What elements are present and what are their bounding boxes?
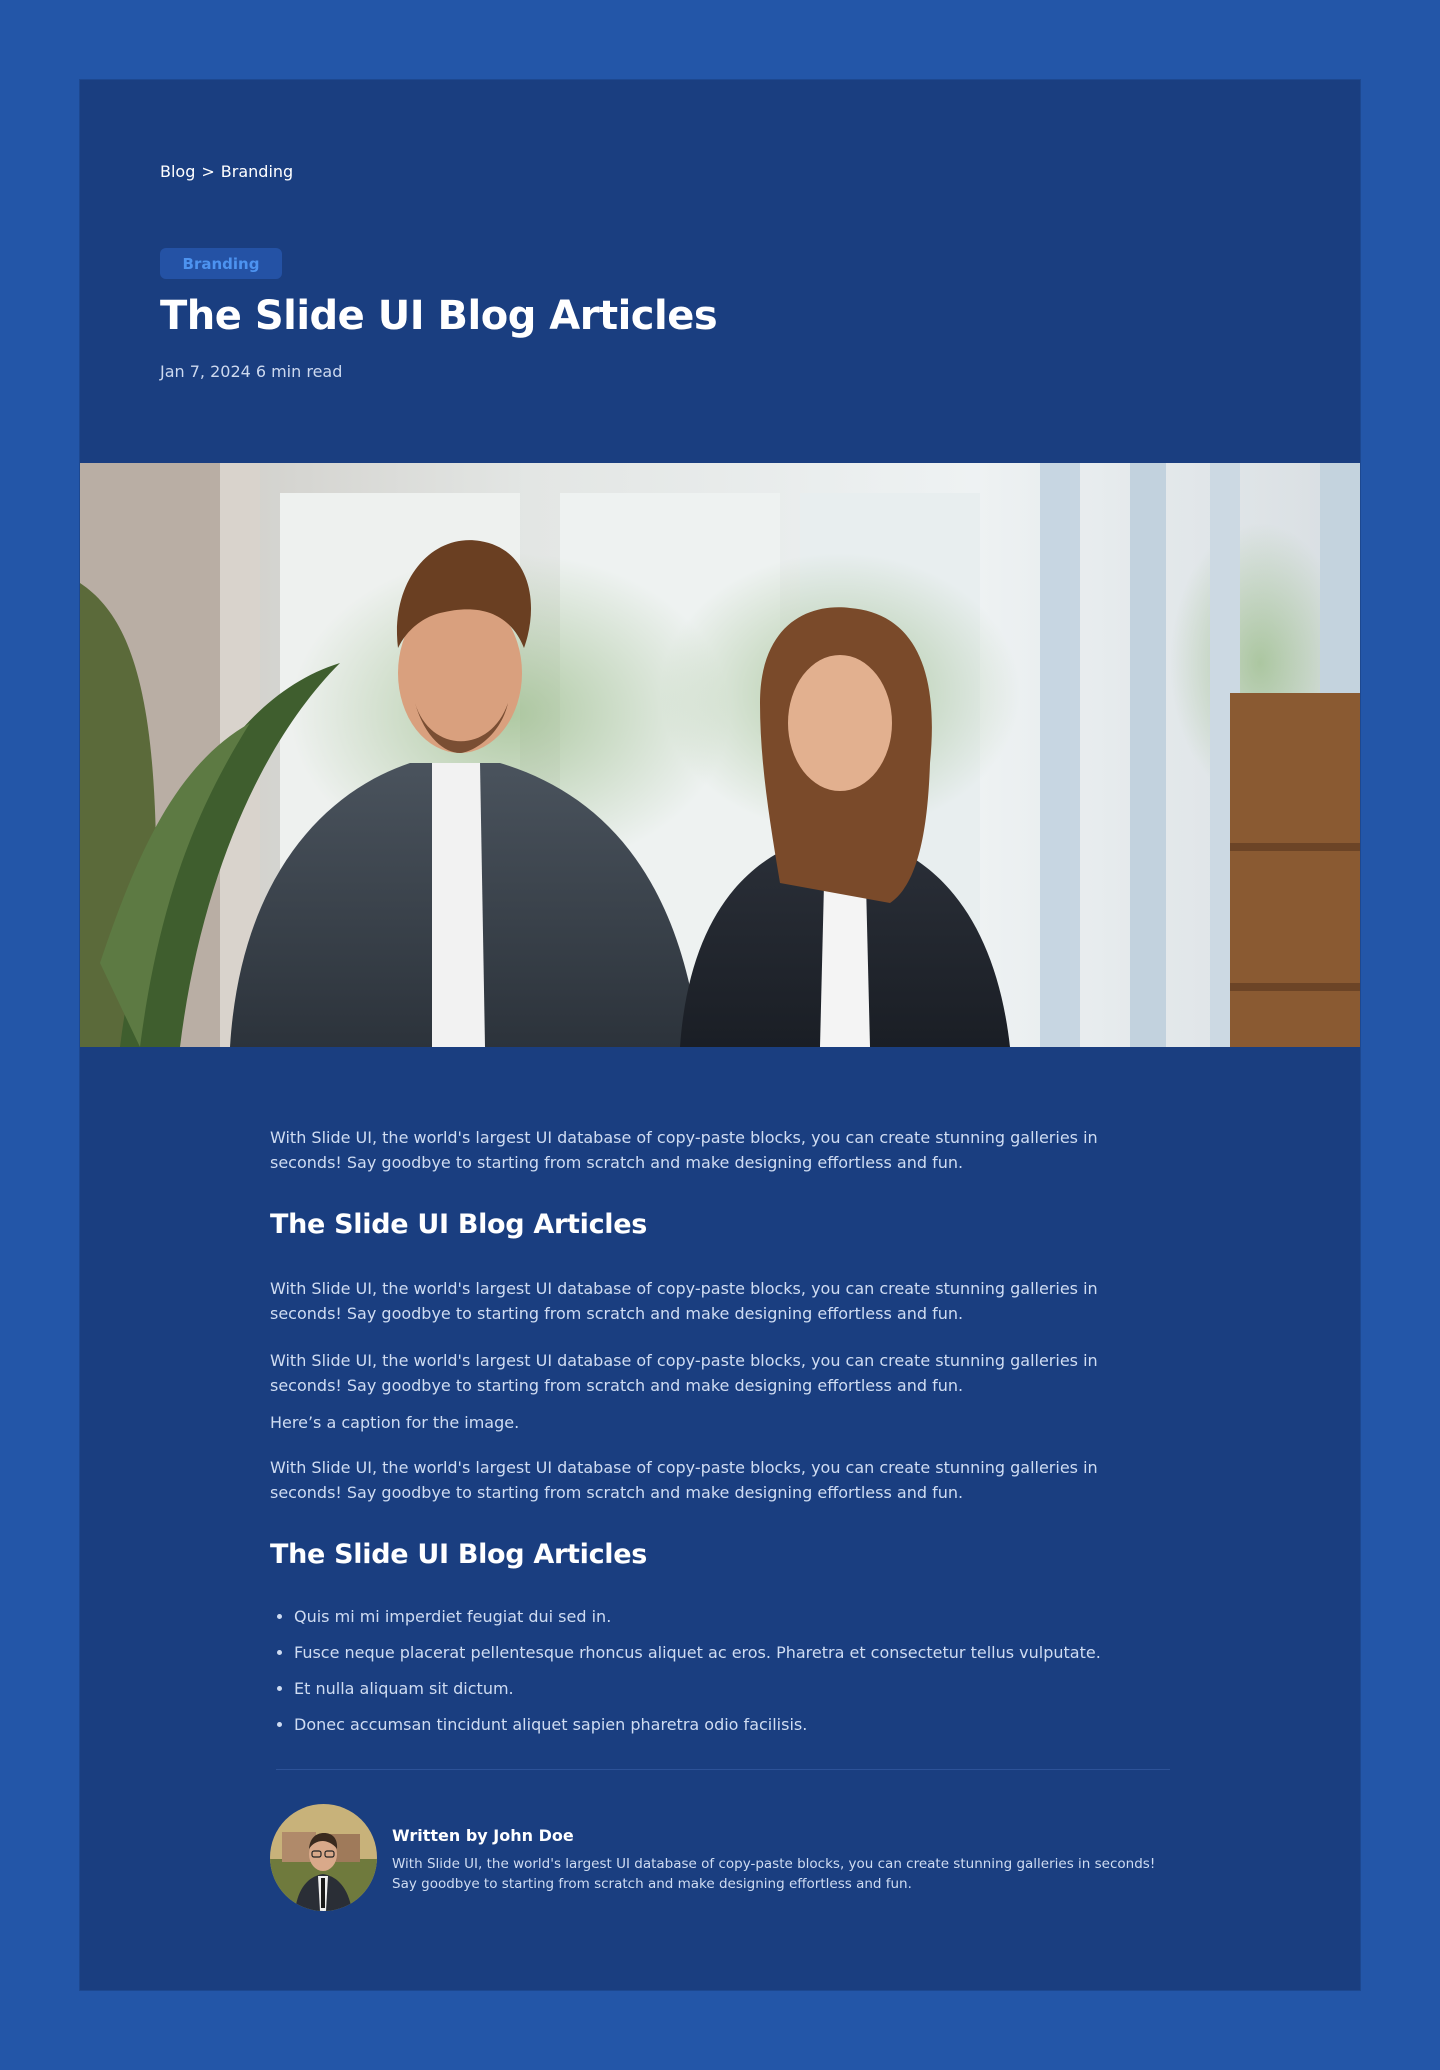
article-card: Blog > Branding Branding The Slide UI Bl… [80, 80, 1360, 1990]
breadcrumb-blog-link[interactable]: Blog [160, 162, 195, 181]
section-heading: The Slide UI Blog Articles [270, 1539, 648, 1570]
avatar [270, 1804, 377, 1911]
breadcrumb-separator: > [201, 162, 215, 181]
article-paragraph: With Slide UI, the world's largest UI da… [270, 1351, 1098, 1395]
article-paragraph: With Slide UI, the world's largest UI da… [270, 1458, 1098, 1502]
article-body: With Slide UI, the world's largest UI da… [270, 1125, 1170, 1748]
category-tag[interactable]: Branding [160, 248, 282, 279]
section-heading: The Slide UI Blog Articles [270, 1209, 648, 1240]
article-paragraph: With Slide UI, the world's largest UI da… [270, 1128, 1098, 1172]
list-item: Et nulla aliquam sit dictum. [294, 1676, 1170, 1712]
article-paragraph: With Slide UI, the world's largest UI da… [270, 1279, 1098, 1323]
author-block: Written by John Doe With Slide UI, the w… [270, 1804, 1170, 1914]
read-time: 6 min read [255, 362, 343, 381]
list-item: Fusce neque placerat pellentesque rhoncu… [294, 1640, 1170, 1676]
list-item: Donec accumsan tincidunt aliquet sapien … [294, 1712, 1170, 1748]
author-name: Written by John Doe [392, 1826, 574, 1845]
publish-date: Jan 7, 2024 [160, 362, 251, 381]
breadcrumb: Blog > Branding [160, 162, 293, 181]
list-item: Quis mi mi imperdiet feugiat dui sed in. [294, 1604, 1170, 1640]
bullet-list: Quis mi mi imperdiet feugiat dui sed in.… [270, 1604, 1170, 1748]
page-title: The Slide UI Blog Articles [160, 293, 718, 339]
author-bio: With Slide UI, the world's largest UI da… [392, 1856, 1156, 1892]
image-caption: Here’s a caption for the image. [270, 1413, 520, 1432]
hero-image [80, 463, 1360, 1047]
breadcrumb-current[interactable]: Branding [221, 162, 293, 181]
divider [276, 1769, 1170, 1770]
article-meta: Jan 7, 2024 6 min read [160, 362, 342, 381]
